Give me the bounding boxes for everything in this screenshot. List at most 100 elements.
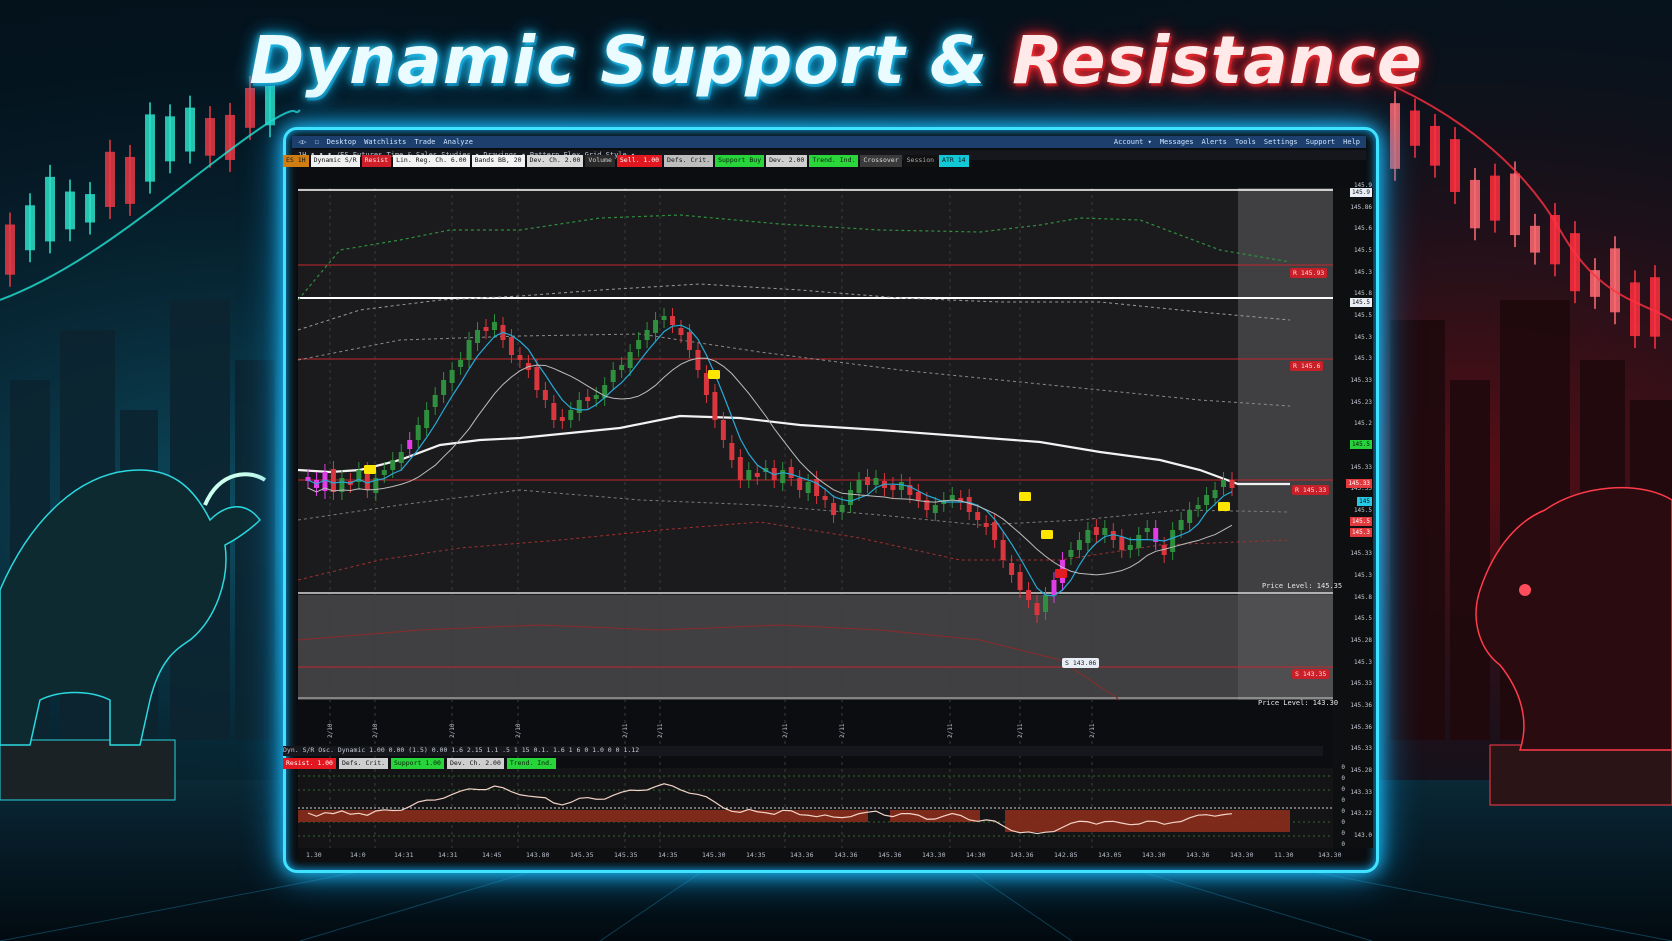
candle-body <box>1009 563 1015 575</box>
candle-body <box>517 355 523 360</box>
price-axis-tick: 145.8 <box>1353 290 1372 298</box>
oscillator-chip[interactable]: Dev. Ch. 2.00 <box>446 758 504 769</box>
time-axis-tick: 14:45 <box>482 851 502 859</box>
study-chip[interactable]: Session <box>903 155 938 167</box>
candle-body <box>805 482 811 493</box>
candle-body <box>551 403 557 420</box>
candle-body <box>610 370 616 382</box>
study-chip[interactable]: Dev. Ch. 2.00 <box>526 155 584 167</box>
candle-body <box>661 316 667 320</box>
study-chip[interactable]: Trend. Ind. <box>809 155 859 167</box>
candle-body <box>898 482 904 490</box>
price-axis-tag: 145.33 <box>1346 479 1372 488</box>
oscillator-chip[interactable]: Trend. Ind. <box>506 758 556 769</box>
study-chip[interactable]: Dynamic S/R <box>310 155 360 167</box>
study-chip[interactable]: Support Buy <box>715 155 765 167</box>
candle-body <box>686 332 692 350</box>
study-chip[interactable]: Sell. 1.00 <box>616 155 663 167</box>
candle-body <box>491 322 497 330</box>
osc-axis-tick: 0 <box>1341 819 1345 826</box>
study-chip[interactable]: Crossover <box>860 155 902 167</box>
date-tick: 2/11 <box>782 723 789 738</box>
candle-body <box>1212 490 1218 498</box>
candle-body <box>1144 528 1150 532</box>
oscillator-chip[interactable]: Defs. Crit. <box>338 758 389 769</box>
candle-body <box>788 467 794 478</box>
price-axis-tick: 145.8 <box>1353 593 1372 601</box>
study-chip-bar: ES 1H Dynamic S/R Resist Lin. Reg. Ch. 6.00… <box>283 155 969 167</box>
price-axis-tick: 145.5 <box>1353 247 1372 254</box>
study-chip[interactable]: Defs. Crit. <box>664 155 714 167</box>
osc-axis-tick: 0 <box>1341 830 1345 837</box>
candle-body <box>1127 545 1133 550</box>
oscillator-chip[interactable]: Support 1.00 <box>391 758 444 769</box>
date-tick: 2/10 <box>449 723 456 738</box>
candle-body <box>983 523 989 527</box>
candle-body <box>559 417 565 421</box>
price-chart[interactable] <box>0 0 1672 941</box>
candle-body <box>1000 540 1006 560</box>
time-axis-tick: 143.30 <box>1142 851 1166 859</box>
study-chip[interactable]: Volume <box>585 155 615 167</box>
candle-body <box>712 392 718 420</box>
support-zone-band <box>298 595 1333 700</box>
price-axis-tick: 145.5 <box>1353 615 1372 623</box>
osc-histogram-band <box>298 810 868 822</box>
candle-body <box>585 397 591 401</box>
current-price-tag: S 143.06 <box>1062 658 1100 668</box>
oscillator-chip[interactable]: Resist. 1.00 <box>283 758 336 769</box>
oscillator-chip-bar: Resist. 1.00 Defs. Crit. Support 1.00 Dev. … <box>283 758 556 769</box>
time-axis-tick: 143.30 <box>922 851 946 859</box>
candle-body <box>848 490 854 505</box>
study-chip[interactable]: Lin. Reg. Ch. 6.00 <box>393 155 470 167</box>
osc-axis-tick: 0 <box>1341 797 1345 804</box>
candle-body <box>864 477 870 485</box>
candle-body <box>1221 480 1227 487</box>
price-axis-tick: 145.3 <box>1353 333 1372 341</box>
candle-body <box>1085 530 1091 543</box>
candle-body <box>1017 572 1023 590</box>
time-axis-tick: 14:31 <box>438 851 458 859</box>
time-axis-tick: 143.30 <box>1230 851 1254 859</box>
price-axis-tick: 145.86 <box>1350 203 1372 211</box>
candle-body <box>1119 537 1125 550</box>
candle-body <box>831 503 837 515</box>
time-axis-tick: 11.30 <box>1274 851 1294 859</box>
study-chip[interactable]: Bands BB, 20 <box>471 155 525 167</box>
candle-body <box>1136 535 1142 548</box>
study-chip[interactable]: Dev. 2.00 <box>766 155 808 167</box>
osc-axis-tick: 0 <box>1341 786 1345 793</box>
price-axis-tick: 145.28 <box>1350 637 1372 644</box>
candle-body <box>407 440 413 449</box>
candle-body <box>1102 528 1108 535</box>
price-axis-tick: 145.5 <box>1353 312 1372 319</box>
time-axis-tick: 145.35 <box>614 851 638 859</box>
price-axis-tag: 145 <box>1357 497 1372 506</box>
time-axis-tick: 1.30 <box>306 851 322 859</box>
time-axis-tick: 143.36 <box>1186 851 1210 859</box>
candle-body <box>780 470 786 483</box>
candle-body <box>678 328 684 335</box>
candle-body <box>466 340 472 360</box>
candle-body <box>390 460 396 470</box>
osc-axis-tick: 0 <box>1341 764 1345 771</box>
candle-body <box>653 320 659 333</box>
candle-body <box>1170 530 1176 552</box>
time-axis-tick: 143.80 <box>526 851 550 859</box>
osc-axis-tick: 0 <box>1341 808 1345 815</box>
study-chip[interactable]: ES 1H <box>283 155 309 167</box>
study-chip[interactable]: ATR 14 <box>939 155 969 167</box>
study-chip[interactable]: Resist <box>361 155 392 167</box>
candle-body <box>1178 520 1184 530</box>
signal-marker <box>1055 569 1067 578</box>
date-tick: 2/11 <box>1017 723 1024 738</box>
candle-body <box>992 522 998 540</box>
candle-body <box>873 478 879 485</box>
candle-body <box>1034 603 1040 615</box>
candle-body <box>856 480 862 493</box>
candle-body <box>1026 590 1032 600</box>
candle-body <box>890 485 896 490</box>
candle-body <box>542 390 548 400</box>
candle-body <box>619 365 625 370</box>
candle-body <box>932 505 938 513</box>
